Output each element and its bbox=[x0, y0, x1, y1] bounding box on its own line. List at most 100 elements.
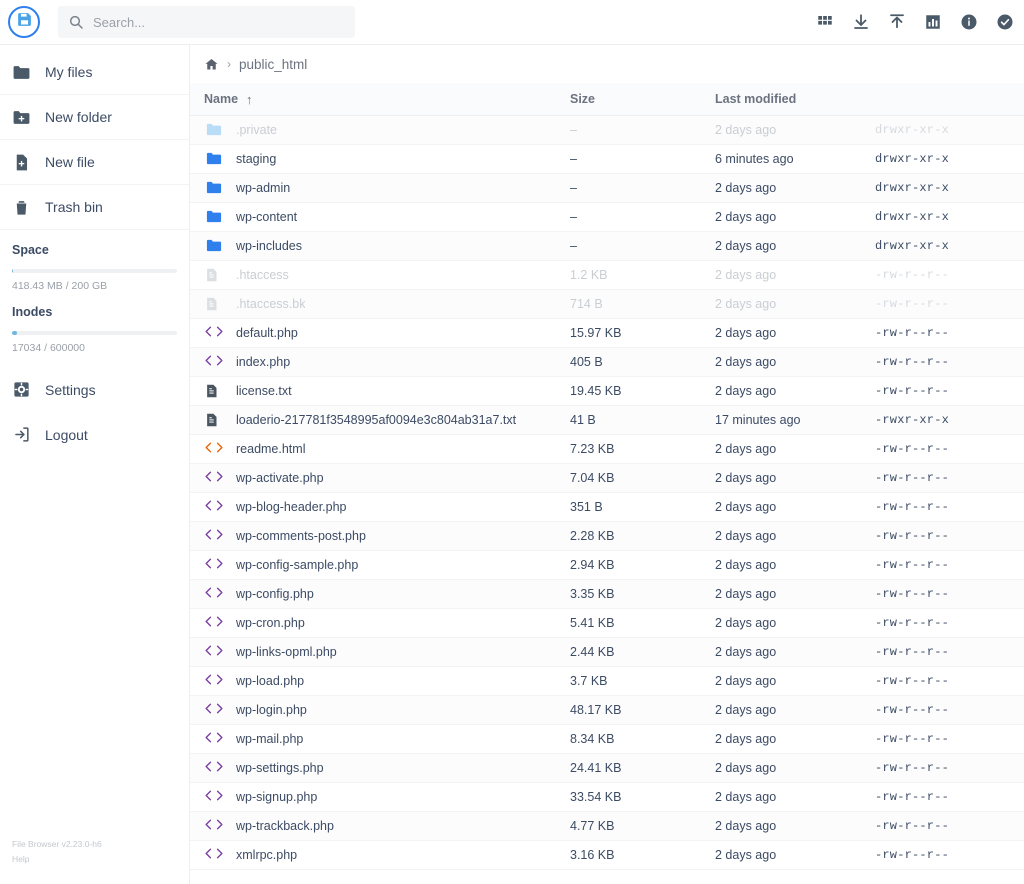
file-permissions-cell: drwxr-xr-x bbox=[875, 239, 1024, 253]
download-icon[interactable] bbox=[852, 13, 870, 31]
file-name-label: wp-blog-header.php bbox=[236, 500, 347, 514]
table-row[interactable]: readme.html7.23 KB2 days ago-rw-r--r-- bbox=[190, 435, 1024, 464]
file-size-cell: 351 B bbox=[570, 500, 715, 514]
file-name-cell[interactable]: wp-cron.php bbox=[190, 614, 570, 632]
file-permissions-cell: -rw-r--r-- bbox=[875, 268, 1024, 282]
file-name-cell[interactable]: staging bbox=[190, 150, 570, 168]
file-modified-cell: 2 days ago bbox=[715, 848, 875, 862]
logout-icon bbox=[12, 425, 31, 444]
table-row[interactable]: wp-content–2 days agodrwxr-xr-x bbox=[190, 203, 1024, 232]
file-name-cell[interactable]: wp-login.php bbox=[190, 701, 570, 719]
table-row[interactable]: .htaccess1.2 KB2 days ago-rw-r--r-- bbox=[190, 261, 1024, 290]
file-modified-cell: 2 days ago bbox=[715, 326, 875, 340]
table-row[interactable]: staging–6 minutes agodrwxr-xr-x bbox=[190, 145, 1024, 174]
table-row[interactable]: wp-login.php48.17 KB2 days ago-rw-r--r-- bbox=[190, 696, 1024, 725]
sidebar-item-logout[interactable]: Logout bbox=[0, 412, 189, 457]
table-row[interactable]: wp-settings.php24.41 KB2 days ago-rw-r--… bbox=[190, 754, 1024, 783]
file-name-cell[interactable]: wp-includes bbox=[190, 237, 570, 255]
chart-bar-icon[interactable] bbox=[924, 13, 942, 31]
file-table-body: .private–2 days agodrwxr-xr-xstaging–6 m… bbox=[190, 116, 1024, 870]
table-row[interactable]: wp-activate.php7.04 KB2 days ago-rw-r--r… bbox=[190, 464, 1024, 493]
table-row[interactable]: wp-trackback.php4.77 KB2 days ago-rw-r--… bbox=[190, 812, 1024, 841]
file-name-cell[interactable]: license.txt bbox=[190, 382, 570, 400]
home-icon[interactable] bbox=[204, 57, 219, 72]
table-row[interactable]: wp-signup.php33.54 KB2 days ago-rw-r--r-… bbox=[190, 783, 1024, 812]
file-name-cell[interactable]: .htaccess bbox=[190, 266, 570, 284]
table-row[interactable]: wp-links-opml.php2.44 KB2 days ago-rw-r-… bbox=[190, 638, 1024, 667]
table-row[interactable]: default.php15.97 KB2 days ago-rw-r--r-- bbox=[190, 319, 1024, 348]
breadcrumb-item-public-html[interactable]: public_html bbox=[239, 57, 307, 72]
file-name-cell[interactable]: readme.html bbox=[190, 440, 570, 458]
help-link[interactable]: Help bbox=[0, 853, 190, 884]
upload-icon[interactable] bbox=[888, 13, 906, 31]
file-name-label: wp-comments-post.php bbox=[236, 529, 366, 543]
file-name-cell[interactable]: wp-signup.php bbox=[190, 788, 570, 806]
file-name-cell[interactable]: wp-mail.php bbox=[190, 730, 570, 748]
file-modified-cell: 2 days ago bbox=[715, 471, 875, 485]
table-row[interactable]: wp-comments-post.php2.28 KB2 days ago-rw… bbox=[190, 522, 1024, 551]
file-name-cell[interactable]: index.php bbox=[190, 353, 570, 371]
file-permissions-cell: -rw-r--r-- bbox=[875, 529, 1024, 543]
column-header-size[interactable]: Size bbox=[570, 92, 715, 106]
table-row[interactable]: wp-cron.php5.41 KB2 days ago-rw-r--r-- bbox=[190, 609, 1024, 638]
file-name-label: default.php bbox=[236, 326, 298, 340]
table-row[interactable]: wp-load.php3.7 KB2 days ago-rw-r--r-- bbox=[190, 667, 1024, 696]
folder-icon bbox=[12, 63, 31, 82]
file-size-cell: 2.44 KB bbox=[570, 645, 715, 659]
file-name-label: wp-includes bbox=[236, 239, 302, 253]
file-name-cell[interactable]: wp-content bbox=[190, 208, 570, 226]
table-row[interactable]: wp-blog-header.php351 B2 days ago-rw-r--… bbox=[190, 493, 1024, 522]
file-name-label: wp-settings.php bbox=[236, 761, 324, 775]
table-row[interactable]: .htaccess.bk714 B2 days ago-rw-r--r-- bbox=[190, 290, 1024, 319]
search-input[interactable] bbox=[93, 15, 345, 30]
file-name-cell[interactable]: xmlrpc.php bbox=[190, 846, 570, 864]
file-name-cell[interactable]: wp-comments-post.php bbox=[190, 527, 570, 545]
table-row[interactable]: wp-admin–2 days agodrwxr-xr-x bbox=[190, 174, 1024, 203]
sidebar-item-settings[interactable]: Settings bbox=[0, 367, 189, 412]
info-circle-icon[interactable] bbox=[960, 13, 978, 31]
file-name-cell[interactable]: wp-activate.php bbox=[190, 469, 570, 487]
folder-icon bbox=[204, 208, 224, 226]
file-modified-cell: 2 days ago bbox=[715, 703, 875, 717]
file-name-cell[interactable]: wp-blog-header.php bbox=[190, 498, 570, 516]
sidebar-item-trash-bin[interactable]: Trash bin bbox=[0, 185, 189, 230]
file-name-cell[interactable]: .private bbox=[190, 121, 570, 139]
file-name-cell[interactable]: wp-config.php bbox=[190, 585, 570, 603]
table-row[interactable]: wp-config-sample.php2.94 KB2 days ago-rw… bbox=[190, 551, 1024, 580]
code-icon bbox=[204, 643, 224, 661]
check-circle-icon[interactable] bbox=[996, 13, 1014, 31]
inodes-meter-text: 17034 / 600000 bbox=[12, 342, 177, 354]
file-name-cell[interactable]: wp-load.php bbox=[190, 672, 570, 690]
search-bar[interactable] bbox=[58, 6, 355, 38]
code-icon bbox=[204, 527, 224, 545]
file-size-cell: 5.41 KB bbox=[570, 616, 715, 630]
table-row[interactable]: .private–2 days agodrwxr-xr-x bbox=[190, 116, 1024, 145]
file-name-cell[interactable]: wp-config-sample.php bbox=[190, 556, 570, 574]
file-name-cell[interactable]: wp-links-opml.php bbox=[190, 643, 570, 661]
file-modified-cell: 2 days ago bbox=[715, 645, 875, 659]
file-name-cell[interactable]: loaderio-217781f3548995af0094e3c804ab31a… bbox=[190, 411, 570, 429]
table-row[interactable]: license.txt19.45 KB2 days ago-rw-r--r-- bbox=[190, 377, 1024, 406]
sidebar-item-new-file[interactable]: New file bbox=[0, 140, 189, 185]
file-name-cell[interactable]: .htaccess.bk bbox=[190, 295, 570, 313]
file-name-cell[interactable]: wp-admin bbox=[190, 179, 570, 197]
code-icon bbox=[204, 469, 224, 487]
table-row[interactable]: wp-mail.php8.34 KB2 days ago-rw-r--r-- bbox=[190, 725, 1024, 754]
file-name-cell[interactable]: wp-settings.php bbox=[190, 759, 570, 777]
table-row[interactable]: wp-config.php3.35 KB2 days ago-rw-r--r-- bbox=[190, 580, 1024, 609]
table-row[interactable]: index.php405 B2 days ago-rw-r--r-- bbox=[190, 348, 1024, 377]
grid-icon[interactable] bbox=[816, 13, 834, 31]
column-header-name[interactable]: Name ↑ bbox=[190, 92, 570, 107]
sidebar-item-my-files[interactable]: My files bbox=[0, 50, 189, 95]
file-permissions-cell: -rwxr-xr-x bbox=[875, 413, 1024, 427]
table-row[interactable]: wp-includes–2 days agodrwxr-xr-x bbox=[190, 232, 1024, 261]
table-row[interactable]: xmlrpc.php3.16 KB2 days ago-rw-r--r-- bbox=[190, 841, 1024, 870]
file-name-cell[interactable]: default.php bbox=[190, 324, 570, 342]
file-name-cell[interactable]: wp-trackback.php bbox=[190, 817, 570, 835]
table-row[interactable]: loaderio-217781f3548995af0094e3c804ab31a… bbox=[190, 406, 1024, 435]
column-header-last-modified[interactable]: Last modified bbox=[715, 92, 875, 106]
app-logo-button[interactable] bbox=[8, 6, 40, 38]
sort-asc-icon: ↑ bbox=[246, 92, 253, 107]
sidebar-item-new-folder[interactable]: New folder bbox=[0, 95, 189, 140]
top-bar bbox=[0, 0, 1024, 45]
